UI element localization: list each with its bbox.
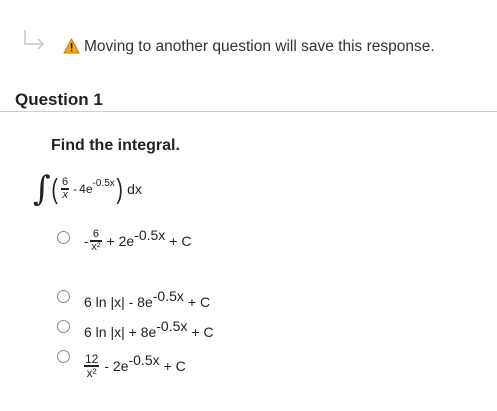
fraction-denominator: x: [62, 188, 68, 201]
option-1-tail: + C: [169, 233, 192, 249]
option-4-mid: - 2e: [104, 358, 129, 374]
option-2-radio[interactable]: [57, 290, 70, 303]
option-1-exponent: -0.5x: [134, 227, 166, 243]
exp-exponent: -0.5x: [92, 177, 115, 189]
option-1-mid: + 2e: [106, 233, 135, 249]
option-4-radio[interactable]: [57, 350, 70, 363]
fraction-numerator: 6: [62, 175, 69, 188]
integral-fraction: 6 x: [61, 175, 70, 201]
option-2-text: 6 ln |x| - 8e: [84, 294, 153, 310]
option-1-radio[interactable]: [57, 231, 70, 244]
dx-label: dx: [127, 181, 142, 197]
integral-expression: ∫ ( 6 x - 4e -0.5x ) dx: [33, 172, 142, 206]
warning-text: Moving to another question will save thi…: [84, 38, 435, 55]
divider: [0, 111, 497, 112]
option-4-tail: + C: [163, 358, 186, 374]
question-title: Question 1: [15, 90, 103, 109]
close-paren: ): [116, 173, 123, 204]
answer-option-4[interactable]: 12 x² - 2e -0.5x + C: [57, 346, 317, 390]
option-3-text: 6 ln |x| + 8e: [84, 324, 157, 340]
question-prompt: Find the integral.: [51, 137, 180, 154]
warning-icon: [63, 38, 80, 59]
option-3-tail: + C: [191, 324, 214, 340]
option-1-numerator: 6: [92, 227, 99, 240]
answer-option-2[interactable]: 6 ln |x| - 8e -0.5x + C: [57, 288, 317, 310]
option-1-fraction: 6 x²: [90, 227, 102, 253]
option-4-denominator: x²: [86, 365, 97, 380]
option-1-denominator: x²: [91, 240, 101, 253]
option-1-lead: -: [84, 233, 89, 249]
option-3-radio[interactable]: [57, 320, 70, 333]
exp-coefficient: 4e: [79, 182, 93, 196]
option-2-exponent: -0.5x: [152, 288, 184, 304]
open-paren: (: [51, 173, 58, 204]
arrow-return-icon: [22, 28, 48, 57]
option-4-fraction: 12 x²: [84, 351, 100, 380]
answer-option-3[interactable]: 6 ln |x| + 8e -0.5x + C: [57, 318, 317, 340]
option-4-exponent: -0.5x: [128, 352, 160, 368]
minus-sign: -: [73, 182, 78, 196]
option-3-exponent: -0.5x: [156, 318, 188, 334]
integral-sign: ∫: [33, 169, 51, 209]
answer-option-1[interactable]: - 6 x² + 2e -0.5x + C: [57, 226, 317, 272]
option-2-tail: + C: [187, 294, 211, 310]
option-4-numerator: 12: [85, 351, 99, 366]
